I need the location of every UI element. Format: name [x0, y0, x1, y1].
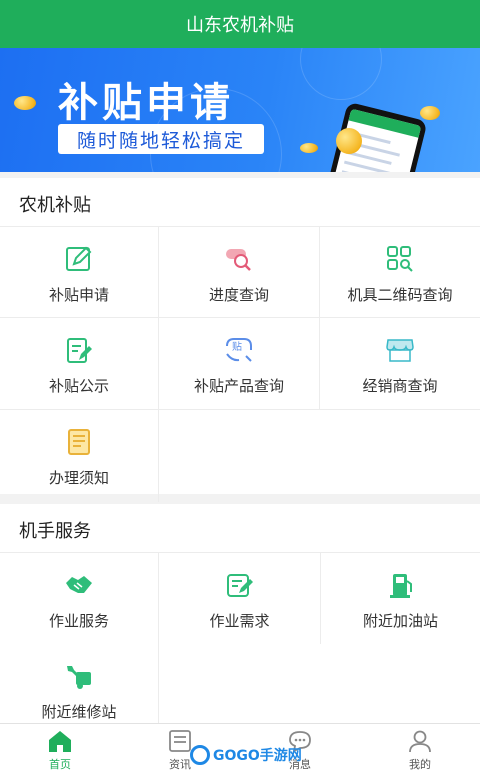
- store-icon: [386, 339, 414, 362]
- tab-home[interactable]: 首页: [0, 724, 120, 776]
- menu-product-query[interactable]: 贴 补贴产品查询: [159, 318, 320, 410]
- app-header: 山东农机补贴: [0, 0, 480, 48]
- watermark: GOGO手游网: [190, 742, 302, 768]
- banner-subtitle: 随时随地轻松搞定: [58, 124, 264, 154]
- banner-title: 补贴申请: [58, 80, 234, 126]
- gas-station-icon: [389, 574, 412, 598]
- coin-icon: [14, 96, 36, 110]
- watermark-text: GOGO手游网: [213, 748, 302, 764]
- watermark-logo-icon: [190, 745, 210, 765]
- menu-work-demand[interactable]: 作业需求: [159, 552, 320, 644]
- menu-label: 进度查询: [208, 286, 269, 304]
- menu-dealer-query[interactable]: 经销商查询: [320, 318, 480, 410]
- menu-subsidy-publicity[interactable]: 补贴公示: [0, 318, 159, 410]
- user-icon: [409, 730, 431, 753]
- svg-text:贴: 贴: [232, 340, 242, 353]
- coin-icon: [300, 143, 318, 153]
- repair-icon: [67, 666, 91, 689]
- menu-label: 附近维修站: [41, 703, 117, 721]
- operator-section: 机手服务 作业服务 作业需求 附近加油站 附近维修站: [0, 504, 480, 771]
- form-edit-icon: [226, 574, 253, 597]
- menu-label: 经销商查询: [362, 377, 438, 395]
- menu-subsidy-apply[interactable]: 补贴申请: [0, 226, 159, 318]
- menu-label: 补贴产品查询: [193, 377, 284, 395]
- tab-label: 首页: [49, 758, 71, 771]
- promo-banner[interactable]: 补贴申请 随时随地轻松搞定: [0, 48, 480, 172]
- edit-icon: [66, 246, 92, 271]
- product-search-icon: 贴: [226, 338, 252, 362]
- menu-label: 补贴公示: [48, 377, 109, 395]
- menu-label: 附近加油站: [362, 612, 438, 630]
- menu-nearby-gas[interactable]: 附近加油站: [320, 552, 480, 644]
- coin-icon: [420, 106, 440, 120]
- progress-search-icon: [226, 249, 251, 271]
- tab-label: 我的: [409, 758, 431, 771]
- section-title: 机手服务: [19, 521, 91, 542]
- handshake-icon: [66, 576, 92, 593]
- menu-notice[interactable]: 办理须知: [0, 410, 159, 502]
- clipboard-edit-icon: [67, 338, 92, 363]
- menu-label: 机具二维码查询: [347, 286, 453, 304]
- qr-search-icon: [387, 246, 413, 272]
- page-title: 山东农机补贴: [186, 15, 294, 36]
- coin-icon: [336, 128, 362, 154]
- tab-profile[interactable]: 我的: [360, 724, 480, 776]
- menu-label: 作业需求: [209, 612, 270, 630]
- menu-label: 办理须知: [48, 469, 109, 487]
- menu-work-service[interactable]: 作业服务: [0, 552, 159, 644]
- menu-label: 作业服务: [48, 612, 109, 630]
- home-icon: [49, 731, 71, 752]
- menu-progress-query[interactable]: 进度查询: [159, 226, 320, 318]
- notice-icon: [68, 429, 90, 455]
- menu-qr-query[interactable]: 机具二维码查询: [320, 226, 480, 318]
- section-title: 农机补贴: [19, 195, 91, 216]
- subsidy-section: 农机补贴 补贴申请 进度查询 机具二维码查询 补贴公示 贴 补贴产品查询 经销商…: [0, 178, 480, 502]
- banner-decoration: [300, 48, 382, 100]
- menu-label: 补贴申请: [48, 286, 109, 304]
